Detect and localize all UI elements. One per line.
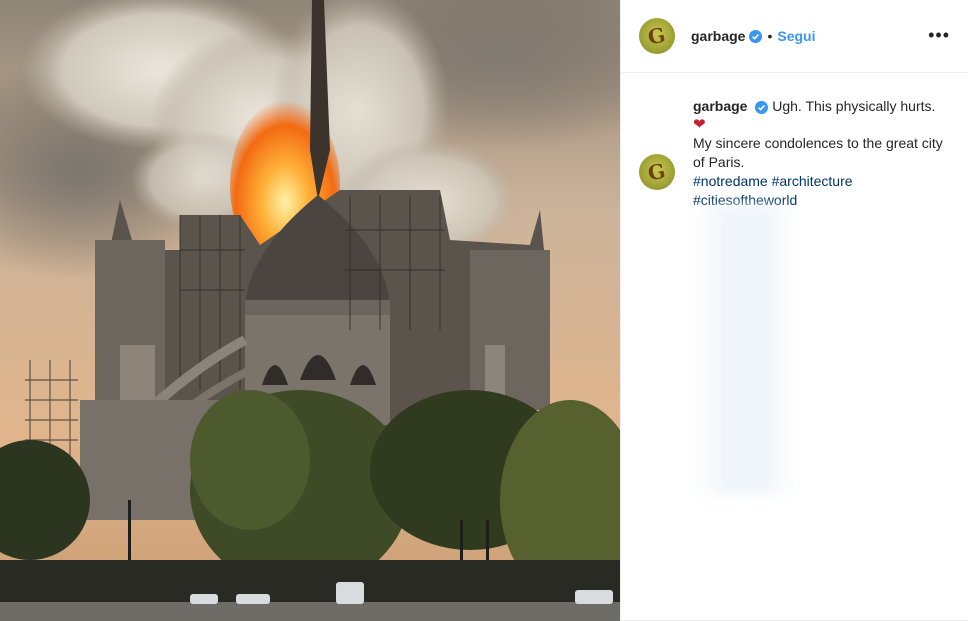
follow-button[interactable]: Segui bbox=[777, 28, 815, 44]
caption-line-2: My sincere condolences to the great city… bbox=[693, 135, 943, 170]
avatar[interactable]: G bbox=[639, 18, 675, 54]
caption-line-1: Ugh. This physically hurts. bbox=[772, 98, 936, 114]
screen-glare bbox=[690, 205, 800, 495]
caption-comment: G garbage Ugh. This physically hurts. ❤ … bbox=[639, 97, 952, 210]
hashtag-link[interactable]: #architecture bbox=[772, 173, 853, 189]
username-link[interactable]: garbage bbox=[691, 28, 745, 44]
avatar-logo: G bbox=[646, 158, 668, 186]
avatar[interactable]: G bbox=[639, 154, 675, 190]
caption-username-link[interactable]: garbage bbox=[693, 98, 747, 114]
verified-badge-icon bbox=[755, 100, 769, 114]
avatar-logo: G bbox=[646, 22, 668, 50]
post-image[interactable] bbox=[0, 0, 620, 621]
more-options-icon[interactable]: ••• bbox=[928, 26, 950, 44]
post-header: G garbage • Segui ••• bbox=[621, 0, 968, 73]
verified-badge-icon bbox=[749, 29, 763, 43]
separator-dot: • bbox=[767, 28, 773, 44]
caption-text: garbage Ugh. This physically hurts. ❤ My… bbox=[693, 97, 952, 210]
hashtag-link[interactable]: #notredame bbox=[693, 173, 768, 189]
notre-dame-fire-photo bbox=[0, 0, 620, 621]
red-heart-emoji-icon: ❤ bbox=[693, 116, 706, 133]
